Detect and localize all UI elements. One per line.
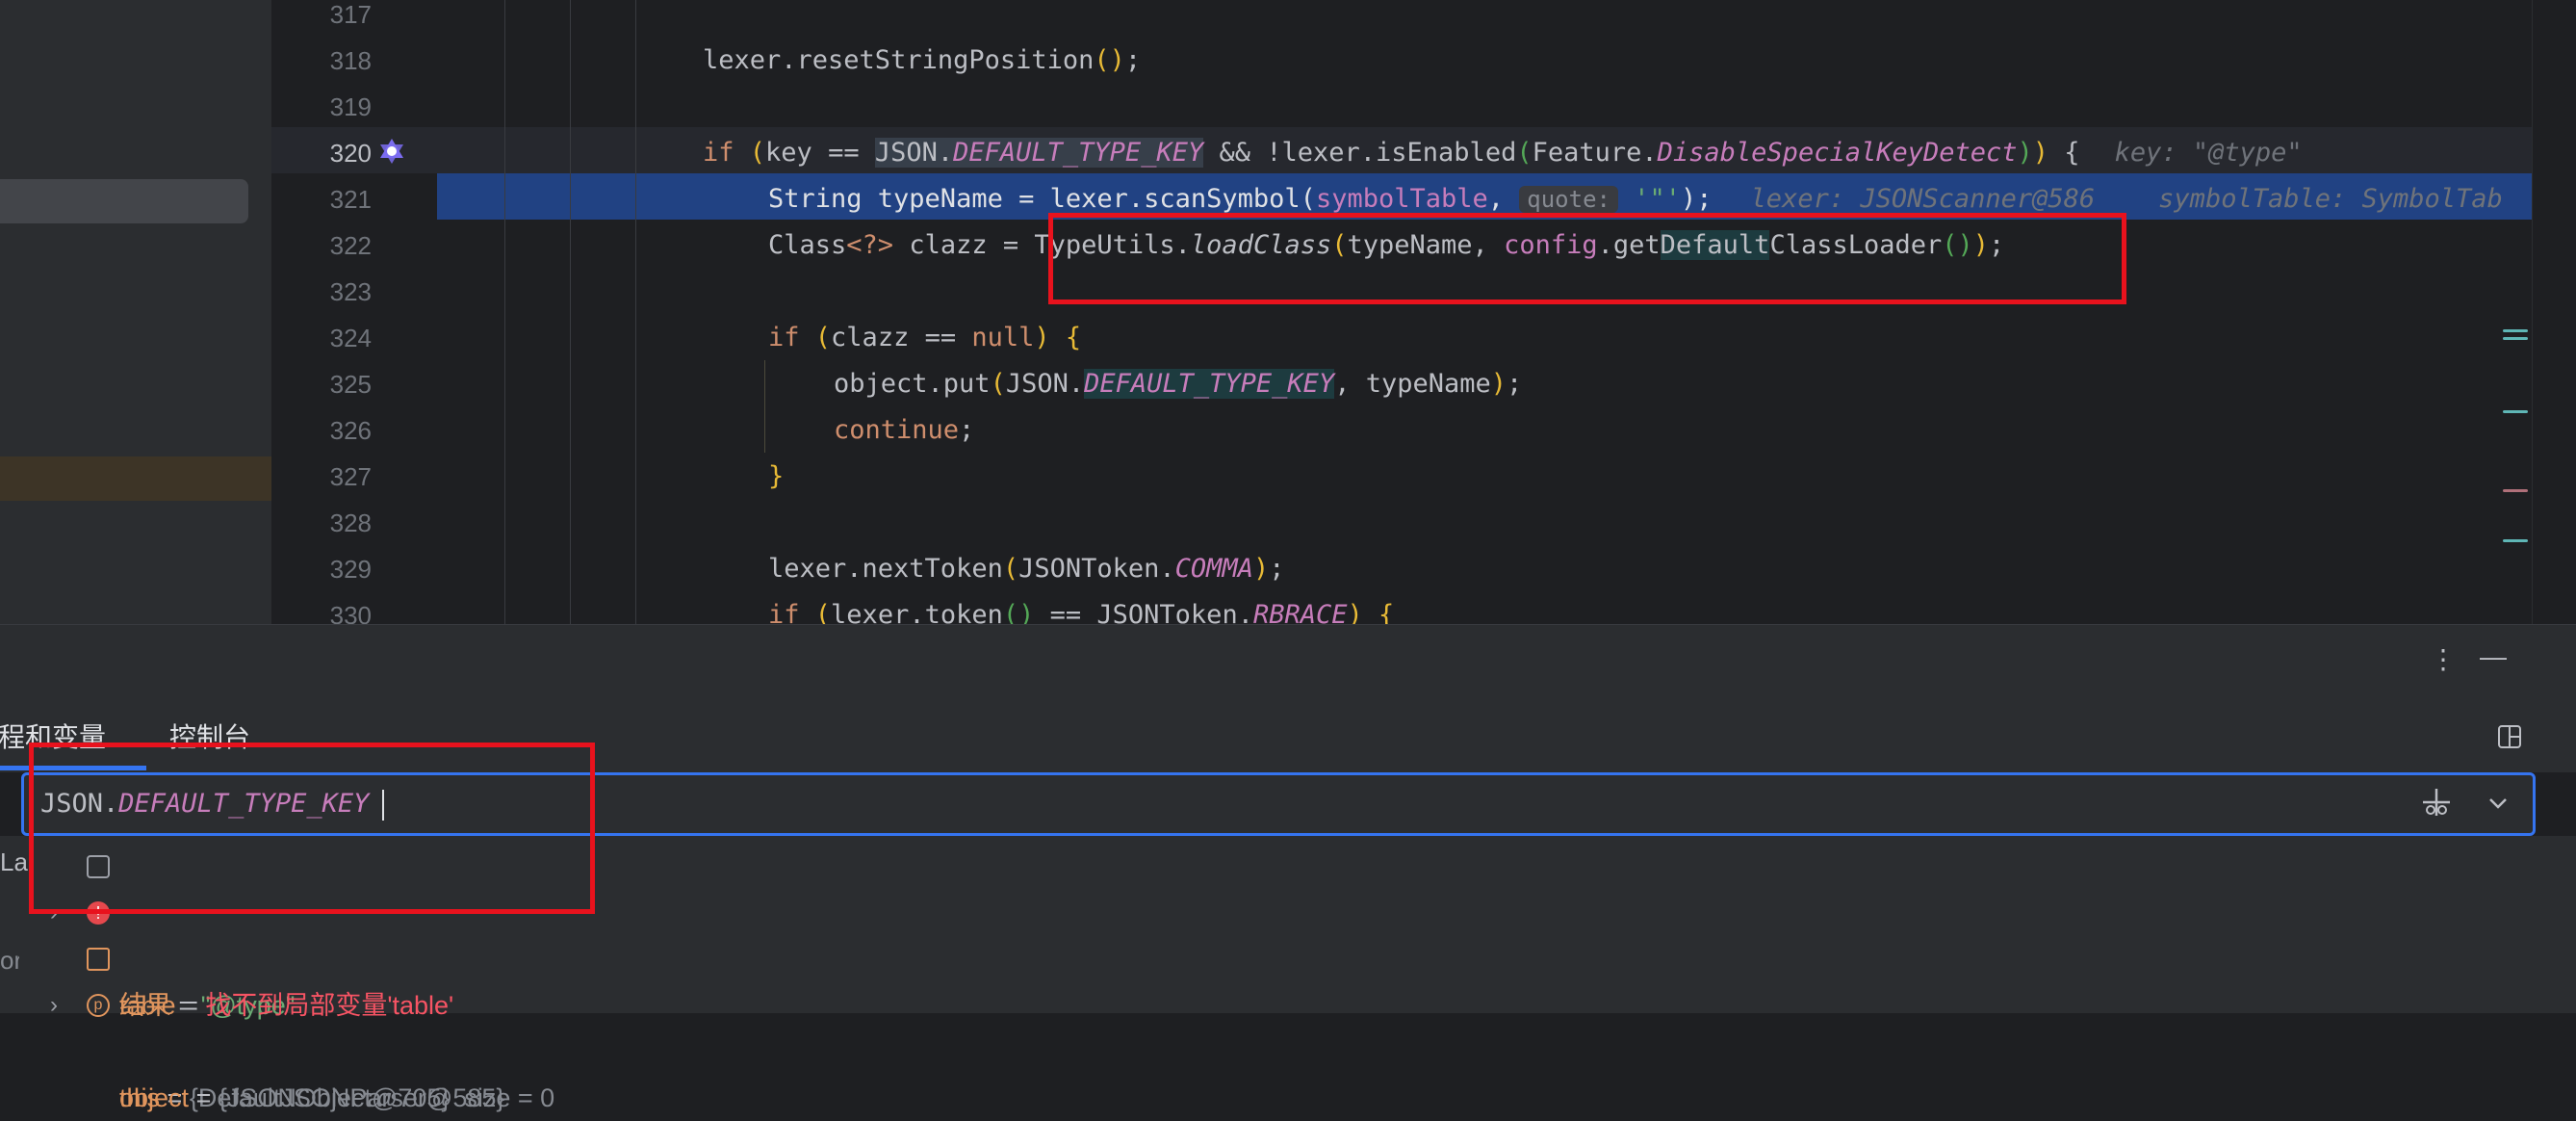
scroll-marker [2503,539,2528,542]
code-line-324: if (clazz == null) { [768,323,1082,352]
debug-toolwindow-header [0,624,2576,704]
project-highlight-row[interactable] [0,456,271,501]
code-line-327: } [768,461,785,491]
line-number: 319 [329,92,372,121]
line-number: 325 [329,370,372,399]
code-line-326: continue; [834,415,975,445]
scroll-marker [2503,410,2528,413]
line-number: 322 [329,231,372,260]
annotation-box-evaluate [29,743,595,914]
editor-scrollbar[interactable] [2532,0,2576,624]
debug-breakpoint-icon[interactable] [377,137,406,166]
line-number: 326 [329,416,372,445]
indent-guide [570,0,571,624]
line-number: 324 [329,324,372,352]
code-line-318: lexer.resetStringPosition(); [703,45,1142,75]
chevron-down-icon[interactable] [2486,794,2511,813]
project-panel [0,0,271,624]
inline-debug-value: symbolTable: SymbolTab [2158,184,2503,214]
code-editor[interactable] [437,0,2532,624]
inline-debug-value: lexer: JSONScanner@586 [1750,184,2096,214]
inline-debug-value: key: "@type" [2114,138,2303,168]
line-number-current: 320 [329,139,372,168]
line-number: 321 [329,185,372,214]
scroll-marker [2503,489,2528,492]
more-vertical-icon[interactable]: ⋮ [2430,643,2457,675]
line-number: 323 [329,277,372,306]
line-number: 328 [329,508,372,537]
minimize-icon[interactable]: — [2480,641,2507,672]
layout-icon[interactable] [2497,724,2522,749]
parameter-icon: p [87,994,110,1017]
line-number: 327 [329,462,372,491]
project-selected-item[interactable] [0,179,248,223]
variable-row[interactable]: p object = {JSONObject@705} size = 0 [0,982,2576,1112]
line-number: 329 [329,555,372,584]
line-number: 318 [329,46,372,75]
indent-guide [504,0,505,624]
indent-guide [635,0,636,624]
annotation-box-code [1048,213,2126,304]
scroll-marker [2503,329,2528,332]
code-line-325: object.put(JSON.DEFAULT_TYPE_KEY, typeNa… [834,369,1523,399]
code-line-329: lexer.nextToken(JSONToken.COMMA); [768,554,1285,584]
add-watch-icon[interactable] [2420,786,2453,819]
variable-row[interactable]: › this = {DefaultJSONParser@585} [0,936,2576,1112]
scroll-marker [2503,337,2528,340]
code-line-320: if (key == JSON.DEFAULT_TYPE_KEY && !lex… [703,138,2303,168]
parameter-hint: quote: [1519,186,1618,213]
field-icon [87,948,110,971]
line-number: 317 [329,0,372,29]
